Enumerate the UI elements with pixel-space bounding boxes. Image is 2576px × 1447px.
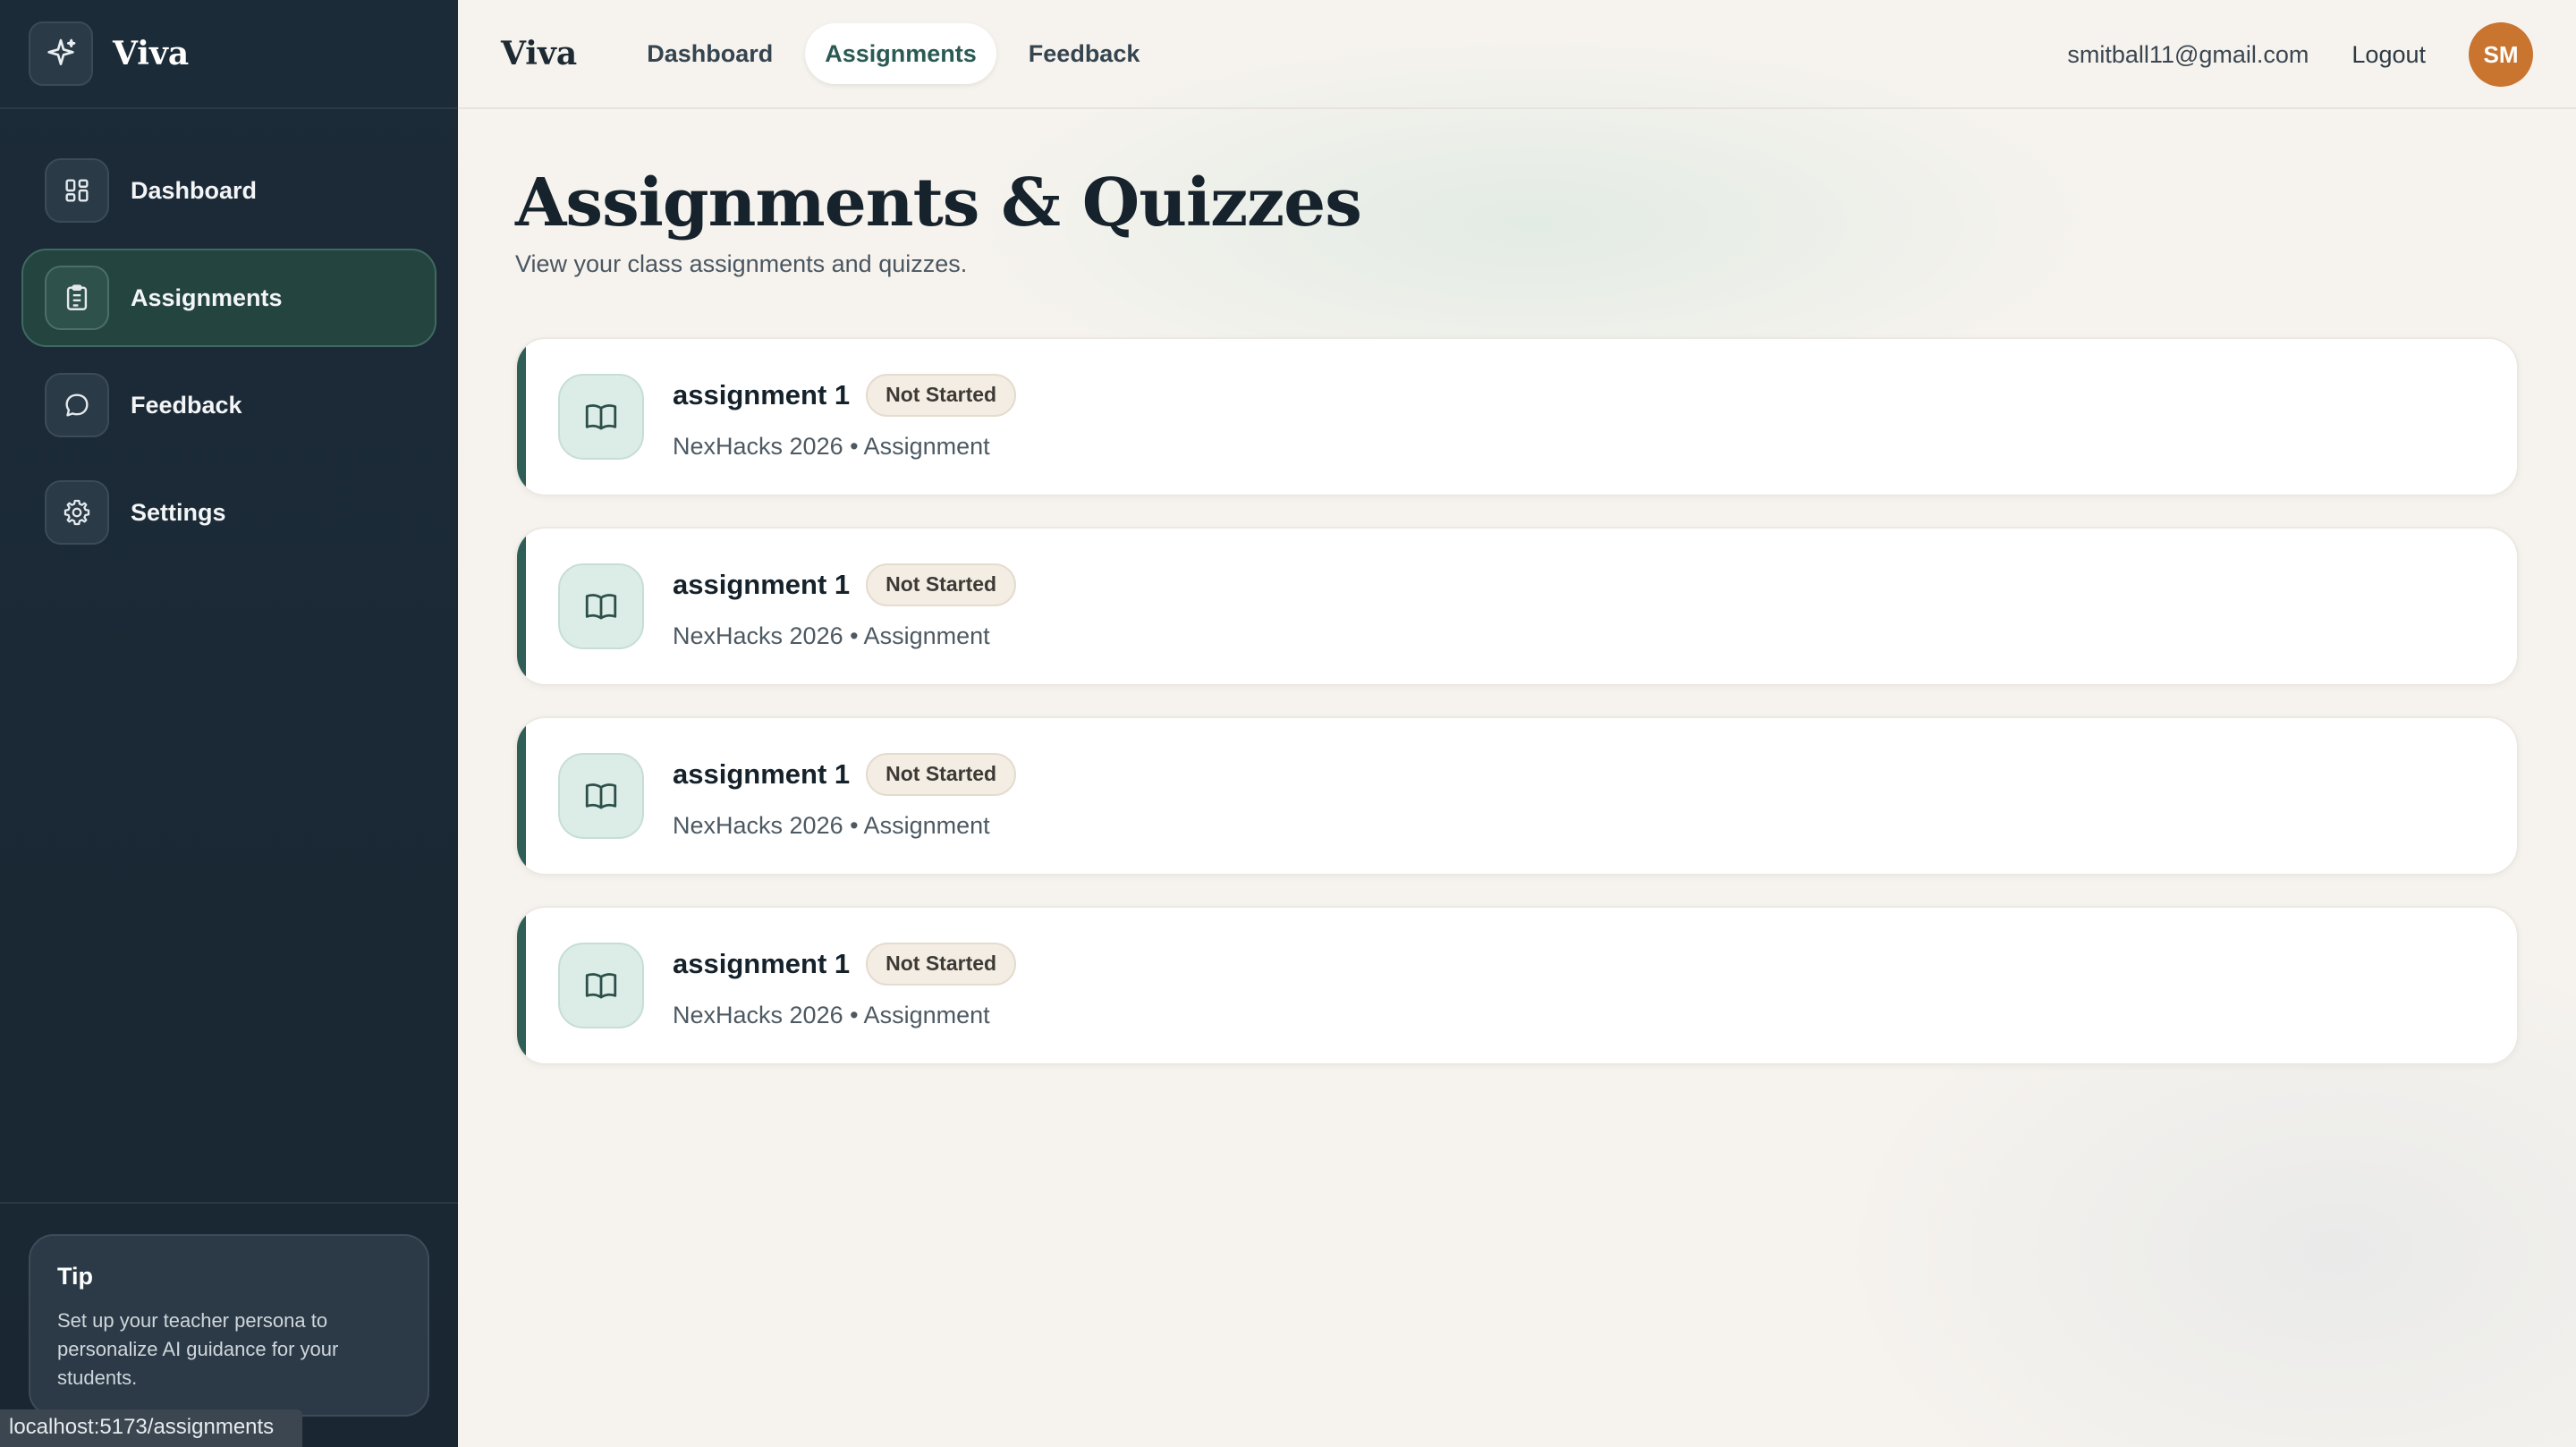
sidebar-item-assignments[interactable]: Assignments (21, 249, 436, 347)
assignment-card[interactable]: assignment 1 Not Started NexHacks 2026 •… (515, 527, 2519, 686)
card-title-row: assignment 1 Not Started (673, 373, 1017, 417)
sidebar-item-label: Settings (131, 498, 226, 526)
gear-icon (45, 480, 109, 545)
card-body: assignment 1 Not Started NexHacks 2026 •… (673, 373, 1017, 461)
tab-feedback[interactable]: Feedback (1009, 23, 1160, 84)
assignment-title: assignment 1 (673, 757, 851, 790)
sidebar-nav: Dashboard Assignments Feedback Settings (0, 109, 458, 562)
grid-icon (45, 158, 109, 223)
sidebar-item-label: Dashboard (131, 176, 258, 204)
tab-assignments[interactable]: Assignments (805, 23, 996, 84)
card-body: assignment 1 Not Started NexHacks 2026 •… (673, 563, 1017, 650)
book-icon (558, 563, 644, 649)
sidebar-item-label: Assignments (131, 283, 283, 311)
assignment-meta: NexHacks 2026 • Assignment (673, 432, 990, 460)
tab-dashboard[interactable]: Dashboard (627, 23, 792, 84)
chat-bubble-icon (45, 373, 109, 437)
status-badge: Not Started (866, 752, 1017, 796)
tip-title: Tip (57, 1263, 93, 1290)
card-accent-bar (517, 339, 526, 495)
card-accent-bar (517, 908, 526, 1063)
tip-text: Set up your teacher persona to personali… (57, 1309, 339, 1389)
assignment-card[interactable]: assignment 1 Not Started NexHacks 2026 •… (515, 716, 2519, 876)
assignment-title: assignment 1 (673, 378, 851, 410)
clipboard-icon (45, 266, 109, 330)
assignment-list: assignment 1 Not Started NexHacks 2026 •… (515, 337, 2519, 1065)
logout-button[interactable]: Logout (2351, 41, 2426, 69)
assignment-title: assignment 1 (673, 947, 851, 979)
assignment-meta: NexHacks 2026 • Assignment (673, 622, 990, 649)
sidebar-item-feedback[interactable]: Feedback (21, 356, 436, 454)
status-badge: Not Started (866, 942, 1017, 986)
top-navbar: Viva Dashboard Assignments Feedback smit… (458, 0, 2576, 109)
card-title-row: assignment 1 Not Started (673, 563, 1017, 606)
book-icon (558, 753, 644, 839)
tip-card: Tip Set up your teacher persona to perso… (29, 1234, 429, 1417)
assignment-title: assignment 1 (673, 568, 851, 600)
sidebar-item-label: Feedback (131, 391, 242, 419)
user-email: smitball11@gmail.com (2067, 40, 2309, 68)
status-bar-url: localhost:5173/assignments (0, 1409, 302, 1447)
sidebar-brand[interactable]: Viva (0, 0, 458, 109)
navbar-user-area: smitball11@gmail.com Logout SM (2067, 0, 2533, 109)
assignment-card[interactable]: assignment 1 Not Started NexHacks 2026 •… (515, 906, 2519, 1065)
card-body: assignment 1 Not Started NexHacks 2026 •… (673, 942, 1017, 1029)
sidebar-divider (0, 1202, 458, 1204)
status-badge: Not Started (866, 563, 1017, 606)
card-title-row: assignment 1 Not Started (673, 752, 1017, 796)
card-title-row: assignment 1 Not Started (673, 942, 1017, 986)
card-body: assignment 1 Not Started NexHacks 2026 •… (673, 752, 1017, 840)
book-icon (558, 374, 644, 460)
sidebar-item-dashboard[interactable]: Dashboard (21, 141, 436, 240)
book-icon (558, 943, 644, 1028)
sparkle-icon (29, 21, 93, 86)
navbar-tabs: Dashboard Assignments Feedback (627, 23, 1172, 84)
status-badge: Not Started (866, 373, 1017, 417)
page-title: Assignments & Quizzes (515, 165, 1362, 241)
assignment-meta: NexHacks 2026 • Assignment (673, 811, 990, 839)
sidebar-item-settings[interactable]: Settings (21, 463, 436, 562)
assignment-meta: NexHacks 2026 • Assignment (673, 1001, 990, 1028)
avatar[interactable]: SM (2469, 22, 2533, 87)
sidebar: Viva Dashboard Assignments Feedback Sett… (0, 0, 458, 1447)
page-subtitle: View your class assignments and quizzes. (515, 250, 968, 277)
card-accent-bar (517, 529, 526, 684)
main-content: Viva Dashboard Assignments Feedback smit… (458, 0, 2576, 1447)
navbar-brand[interactable]: Viva (501, 35, 577, 72)
card-accent-bar (517, 718, 526, 874)
sidebar-brand-name: Viva (113, 35, 190, 72)
assignments-page: Assignments & Quizzes View your class as… (458, 109, 2576, 1065)
assignment-card[interactable]: assignment 1 Not Started NexHacks 2026 •… (515, 337, 2519, 496)
